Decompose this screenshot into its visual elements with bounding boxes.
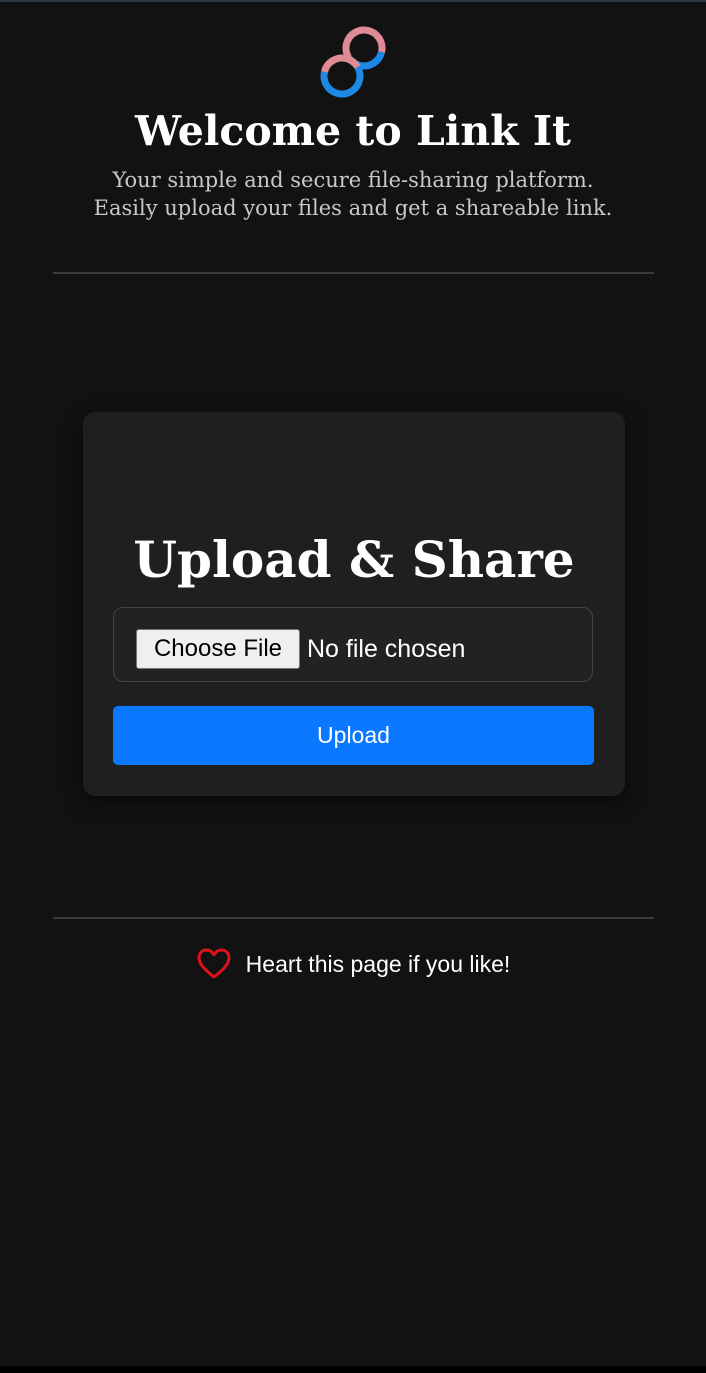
file-status-text: No file chosen: [307, 635, 466, 663]
footer-divider: [53, 917, 654, 919]
top-border: [0, 0, 706, 2]
bottom-bar: [0, 1366, 706, 1373]
choose-file-button[interactable]: Choose File: [136, 629, 300, 669]
page-subtitle: Your simple and secure file-sharing plat…: [0, 166, 706, 222]
heart-icon[interactable]: [196, 946, 232, 982]
page-title: Welcome to Link It: [135, 107, 571, 155]
upload-card: Upload & Share Choose File No file chose…: [83, 412, 625, 796]
page-header: Welcome to Link It Your simple and secur…: [0, 22, 706, 222]
file-input[interactable]: Choose File No file chosen: [113, 607, 593, 682]
footer-text: Heart this page if you like!: [245, 951, 511, 977]
header-divider: [53, 272, 654, 274]
subtitle-line-2: Easily upload your files and get a share…: [93, 196, 613, 220]
link-chain-icon: [320, 26, 386, 98]
upload-card-title: Upload & Share: [133, 529, 575, 589]
upload-button[interactable]: Upload: [113, 706, 594, 765]
subtitle-line-1: Your simple and secure file-sharing plat…: [112, 168, 594, 192]
page-footer: Heart this page if you like!: [0, 944, 706, 984]
